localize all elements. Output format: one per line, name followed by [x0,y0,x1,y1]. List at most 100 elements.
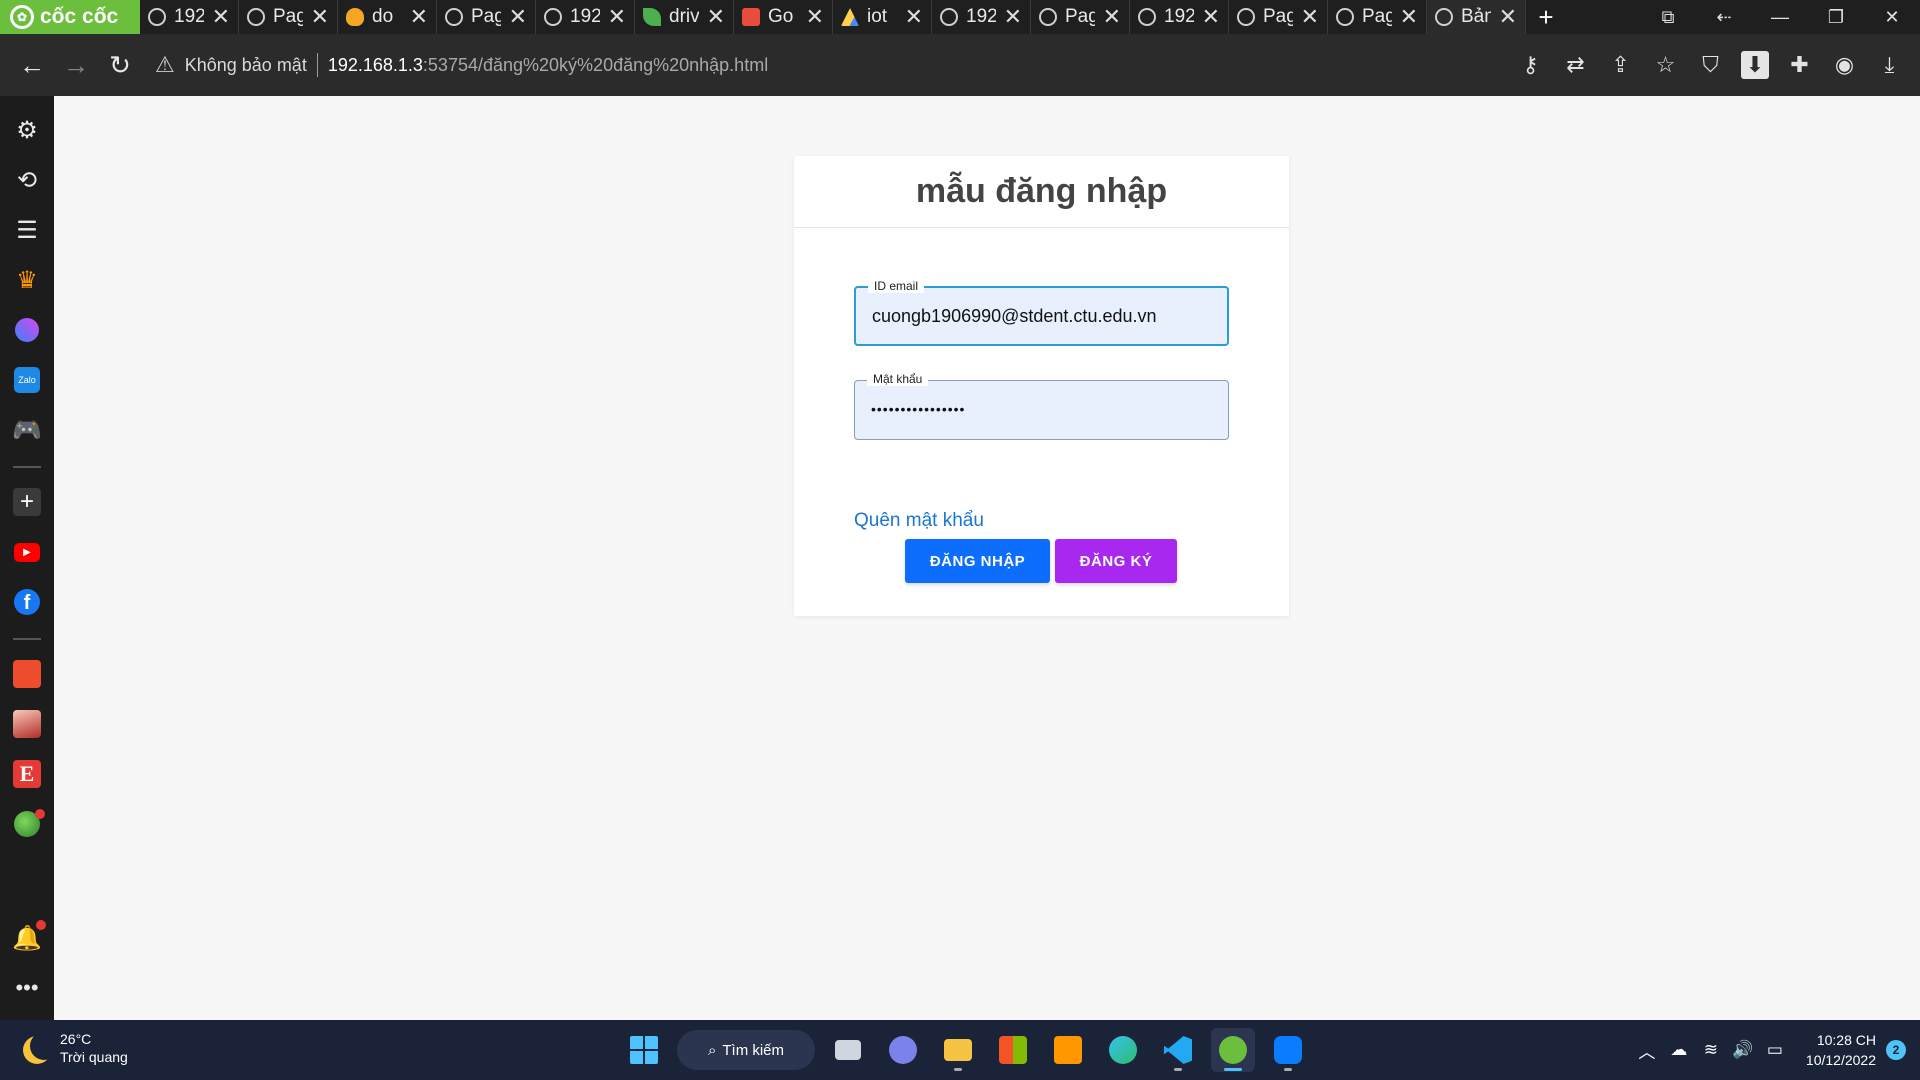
tab-title: iot [867,6,888,27]
browser-tab[interactable]: 192 ✕ [1130,0,1229,34]
bookmark-star-icon[interactable]: ☆ [1643,43,1688,88]
share-icon[interactable]: ⇪ [1598,43,1643,88]
minimize-button[interactable]: — [1752,0,1808,34]
more-icon[interactable]: ••• [11,972,43,1004]
browser-tab[interactable]: 192 ✕ [140,0,239,34]
reading-list-icon[interactable]: ☰ [11,214,43,246]
extensions-icon[interactable]: ✚ [1777,43,1822,88]
close-tab-icon[interactable]: ✕ [806,4,824,30]
savior-download-icon[interactable]: ⬇ [1741,51,1769,79]
coccoc-icon [1219,1036,1247,1064]
forward-button[interactable]: → [54,43,98,87]
facebook-icon[interactable]: f [11,586,43,618]
gamepad-icon[interactable]: 🎮 [11,414,43,446]
coccoc-taskbar-button[interactable] [1211,1028,1255,1072]
window-controls: ⧉ ⇠ — ❐ ✕ [1640,0,1920,34]
sublime-text-button[interactable] [1046,1028,1090,1072]
key-icon[interactable]: ⚷ [1508,43,1553,88]
browser-tab[interactable]: Pag ✕ [1031,0,1130,34]
tab-title: Go [768,6,794,27]
crown-icon[interactable]: ♛ [11,264,43,296]
game-avatar-icon[interactable] [11,708,43,740]
password-field[interactable]: Mật khẩu •••••••••••••••• [854,372,1229,440]
tab-title: Pag [1065,6,1095,27]
browser-tab[interactable]: 192 ✕ [932,0,1031,34]
email-field[interactable]: ID email cuongb1906990@stdent.ctu.edu.vn [854,279,1229,346]
history-icon[interactable]: ⟲ [11,164,43,196]
close-tab-icon[interactable]: ✕ [905,4,923,30]
brand-name: cốc cốc [40,5,119,28]
back-button[interactable]: ← [10,43,54,87]
close-window-button[interactable]: ✕ [1864,0,1920,34]
close-tab-icon[interactable]: ✕ [707,4,725,30]
windows-taskbar: 26°C Trời quang ⌕ Tìm kiếm ︿ ☁ ≋ 🔊 ▭ 10:… [0,1020,1920,1080]
close-tab-icon[interactable]: ✕ [311,4,329,30]
weather-widget[interactable]: 26°C Trời quang [22,1030,128,1066]
close-tab-icon[interactable]: ✕ [1103,4,1121,30]
zalo-taskbar-button[interactable] [1266,1028,1310,1072]
close-tab-icon[interactable]: ✕ [1400,4,1418,30]
reload-button[interactable]: ↻ [98,43,142,87]
close-tab-icon[interactable]: ✕ [212,4,230,30]
store-icon [999,1036,1027,1064]
register-button[interactable]: ĐĂNG KÝ [1055,539,1177,583]
browser-tab[interactable]: iot ✕ [833,0,932,34]
coccoc-menu-button[interactable]: ✿ cốc cốc [0,0,140,34]
browser-tab[interactable]: driv ✕ [635,0,734,34]
login-button[interactable]: ĐĂNG NHẬP [905,539,1050,583]
edge-button[interactable] [1101,1028,1145,1072]
vscode-button[interactable] [1156,1028,1200,1072]
coccoc-logo-icon: ✿ [10,5,34,29]
browser-tab[interactable]: Pag ✕ [437,0,536,34]
teams-chat-button[interactable] [881,1028,925,1072]
profile-icon[interactable]: ◉ [1822,43,1867,88]
task-view-button[interactable] [826,1028,870,1072]
volume-icon[interactable]: 🔊 [1732,1040,1754,1060]
browser-tab[interactable]: Pag ✕ [1328,0,1427,34]
wifi-icon[interactable]: ≋ [1700,1040,1722,1060]
clock[interactable]: 10:28 CH 10/12/2022 [1806,1030,1876,1070]
globe-icon [1039,8,1057,26]
close-tab-icon[interactable]: ✕ [509,4,527,30]
back-history-icon[interactable]: ⇠ [1696,0,1752,34]
browser-tab[interactable]: Pag ✕ [1229,0,1328,34]
settings-gear-icon[interactable]: ⚙ [11,114,43,146]
browser-tab[interactable]: Pag ✕ [239,0,338,34]
close-tab-icon[interactable]: ✕ [1202,4,1220,30]
start-button[interactable] [622,1028,666,1072]
drive-icon [841,8,859,26]
youtube-icon[interactable]: ▶ [11,536,43,568]
tab-strip: ✿ cốc cốc 192✕Pag✕do✕Pag✕192✕driv✕Go✕iot… [0,0,1920,34]
browser-tab[interactable]: Bản ✕ [1427,0,1526,34]
zalo-icon[interactable]: Zalo [11,364,43,396]
shopee-icon[interactable] [11,658,43,690]
security-label[interactable]: Không bảo mật [185,55,307,76]
battery-icon[interactable]: ▭ [1764,1040,1786,1060]
notification-count[interactable]: 2 [1886,1040,1906,1060]
translate-icon[interactable]: ⇄ [1553,43,1598,88]
downloads-icon[interactable]: ⤓ [1867,43,1912,88]
e-app-icon[interactable]: E [11,758,43,790]
taskbar-search[interactable]: ⌕ Tìm kiếm [677,1030,815,1070]
close-tab-icon[interactable]: ✕ [1004,4,1022,30]
tab-search-icon[interactable]: ⧉ [1640,0,1696,34]
restore-button[interactable]: ❐ [1808,0,1864,34]
browser-tab[interactable]: 192 ✕ [536,0,635,34]
messenger-icon[interactable] [11,314,43,346]
browser-tab[interactable]: Go ✕ [734,0,833,34]
chevron-up-icon[interactable]: ︿ [1636,1038,1658,1063]
forgot-password-link[interactable]: Quên mật khẩu [854,510,984,532]
add-app-icon[interactable]: + [11,486,43,518]
shield-icon[interactable]: ⛉ [1688,43,1733,88]
new-tab-button[interactable]: + [1526,0,1566,34]
onedrive-icon[interactable]: ☁ [1668,1040,1690,1060]
close-tab-icon[interactable]: ✕ [608,4,626,30]
browser-tab[interactable]: do ✕ [338,0,437,34]
close-tab-icon[interactable]: ✕ [410,4,428,30]
ms-store-button[interactable] [991,1028,1035,1072]
close-tab-icon[interactable]: ✕ [1499,4,1517,30]
globe-icon [544,8,562,26]
close-tab-icon[interactable]: ✕ [1301,4,1319,30]
address-bar[interactable]: ⚠ Không bảo mật 192.168.1.3 :53754/đăng%… [155,42,1480,88]
file-explorer-button[interactable] [936,1028,980,1072]
